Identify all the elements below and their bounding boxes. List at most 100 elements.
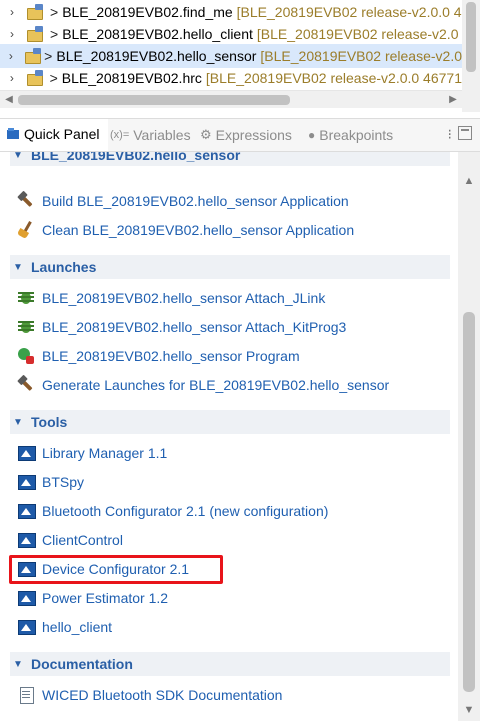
tab-label: Breakpoints [319, 127, 394, 143]
section-header-launches[interactable]: ▼ Launches [10, 255, 450, 279]
item-label: ClientControl [42, 532, 123, 548]
tab-expressions[interactable]: ⚙ Expressions [200, 119, 292, 151]
project-icon [26, 26, 44, 42]
bug-icon [17, 289, 35, 307]
project-row-selected[interactable]: › > BLE_20819EVB02.hello_sensor [BLE_208… [0, 44, 462, 68]
scroll-right-icon[interactable]: ▶ [446, 92, 460, 108]
arrow-glyph: > [50, 26, 59, 42]
project-description: [BLE_20819EVB02 release-v2.0 [260, 48, 462, 64]
project-icon [26, 70, 44, 86]
scroll-up-icon[interactable]: ▲ [462, 174, 476, 188]
tool-app-icon [17, 444, 36, 462]
arrow-glyph: > [44, 48, 53, 64]
item-label: BLE_20819EVB02.hello_sensor Attach_JLink [42, 290, 326, 306]
program-icon [17, 347, 35, 365]
scroll-left-icon[interactable]: ◀ [2, 92, 16, 108]
collapse-toggle-icon[interactable]: ▼ [13, 417, 27, 428]
project-description: [BLE_20819EVB02 release-v2.0.0 46771 [205, 70, 462, 86]
tool-app-icon [17, 531, 36, 549]
build-application-item[interactable]: Build BLE_20819EVB02.hello_sensor Applic… [17, 189, 349, 213]
generate-launches-item[interactable]: Generate Launches for BLE_20819EVB02.hel… [17, 373, 389, 397]
section-header-documentation[interactable]: ▼ Documentation [10, 652, 450, 676]
doc-item[interactable]: WICED Bluetooth SDK Documentation [17, 683, 282, 707]
project-row[interactable]: › > BLE_20819EVB02.hello_client [BLE_208… [0, 22, 462, 46]
project-icon [24, 48, 41, 64]
item-label: BTSpy [42, 474, 85, 490]
breakpoints-icon: ● [308, 128, 316, 142]
tool-item[interactable]: ClientControl [17, 528, 123, 552]
item-label: Power Estimator 1.2 [42, 590, 169, 606]
tool-item[interactable]: hello_client [17, 615, 112, 639]
broom-icon [17, 221, 35, 239]
item-label: BLE_20819EVB02.hello_sensor Program [42, 348, 300, 364]
section-header-project[interactable]: ▼ BLE_20819EVB02.hello_sensor [10, 152, 450, 166]
section-header-tools[interactable]: ▼ Tools [10, 410, 450, 434]
tab-quick-panel[interactable]: Quick Panel [0, 119, 108, 151]
arrow-glyph: > [49, 70, 58, 86]
collapse-toggle-icon[interactable]: ▼ [13, 152, 27, 161]
item-label: Library Manager 1.1 [42, 445, 168, 461]
project-row[interactable]: › > BLE_20819EVB02.find_me [BLE_20819EVB… [0, 0, 462, 24]
project-explorer: › > BLE_20819EVB02.find_me [BLE_20819EVB… [0, 0, 480, 112]
project-row[interactable]: › > BLE_20819EVB02.hrc [BLE_20819EVB02 r… [0, 66, 462, 90]
tab-variables[interactable]: (x)= Variables [110, 119, 191, 151]
item-label: hello_client [42, 619, 113, 635]
scrollbar-thumb[interactable] [18, 95, 290, 105]
tool-app-icon [17, 589, 36, 607]
launch-item[interactable]: BLE_20819EVB02.hello_sensor Program [17, 344, 300, 368]
section-title: Documentation [31, 656, 133, 672]
arrow-glyph: > [50, 4, 59, 20]
chevron-right-icon[interactable]: › [6, 49, 16, 63]
tool-item[interactable]: Power Estimator 1.2 [17, 586, 168, 610]
project-name: BLE_20819EVB02.hello_client [62, 26, 253, 42]
vertical-scrollbar[interactable]: ▲ ▼ [458, 152, 480, 721]
section-title: Tools [31, 414, 68, 430]
project-description: [BLE_20819EVB02 release-v2.0 [256, 26, 459, 42]
horizontal-scrollbar[interactable]: ◀ ▶ [0, 90, 462, 108]
item-label: WICED Bluetooth SDK Documentation [42, 687, 283, 703]
view-tab-bar: Quick Panel (x)= Variables ⚙ Expressions… [0, 118, 480, 152]
chevron-right-icon[interactable]: › [6, 27, 18, 41]
project-icon [26, 4, 44, 20]
tab-breakpoints[interactable]: ● Breakpoints [308, 119, 393, 151]
launch-item[interactable]: BLE_20819EVB02.hello_sensor Attach_KitPr… [17, 315, 346, 339]
document-icon [17, 686, 35, 704]
item-label: Device Configurator 2.1 [42, 561, 190, 577]
minimize-icon[interactable] [458, 126, 472, 140]
view-menu-icon[interactable]: ⁝ [448, 126, 452, 143]
hammer-icon [17, 376, 35, 394]
item-label: Build BLE_20819EVB02.hello_sensor Applic… [42, 193, 349, 209]
project-name: BLE_20819EVB02.hello_sensor [56, 48, 257, 64]
project-name: BLE_20819EVB02.hrc [61, 70, 202, 86]
item-label: Generate Launches for BLE_20819EVB02.hel… [42, 377, 390, 393]
tool-item[interactable]: Library Manager 1.1 [17, 441, 167, 465]
scrollbar-thumb[interactable] [463, 312, 475, 692]
tool-app-icon [17, 502, 36, 520]
variables-icon: (x)= [110, 129, 130, 141]
tool-app-icon [17, 560, 36, 578]
collapse-toggle-icon[interactable]: ▼ [13, 262, 27, 273]
chevron-right-icon[interactable]: › [6, 5, 18, 19]
bug-icon [17, 318, 35, 336]
quick-panel-icon [6, 127, 20, 141]
chevron-right-icon[interactable]: › [6, 71, 18, 85]
item-label: Clean BLE_20819EVB02.hello_sensor Applic… [42, 222, 355, 238]
tool-item[interactable]: BTSpy [17, 470, 84, 494]
tool-item[interactable]: Bluetooth Configurator 2.1 (new configur… [17, 499, 328, 523]
section-title: BLE_20819EVB02.hello_sensor [31, 152, 241, 163]
section-title: Launches [31, 259, 97, 275]
tool-app-icon [17, 618, 36, 636]
device-configurator-item[interactable]: Device Configurator 2.1 [17, 557, 189, 581]
collapse-toggle-icon[interactable]: ▼ [13, 659, 27, 670]
hammer-icon [17, 192, 35, 210]
project-description: [BLE_20819EVB02 release-v2.0.0 4 [236, 4, 462, 20]
item-label: BLE_20819EVB02.hello_sensor Attach_KitPr… [42, 319, 347, 335]
scroll-down-icon[interactable]: ▼ [462, 703, 476, 717]
item-label: Bluetooth Configurator 2.1 (new configur… [42, 503, 329, 519]
expressions-icon: ⚙ [200, 127, 212, 142]
clean-application-item[interactable]: Clean BLE_20819EVB02.hello_sensor Applic… [17, 218, 354, 242]
tab-label: Expressions [215, 127, 292, 143]
launch-item[interactable]: BLE_20819EVB02.hello_sensor Attach_JLink [17, 286, 325, 310]
scrollbar-thumb[interactable] [466, 2, 476, 72]
vertical-scrollbar[interactable] [462, 0, 480, 112]
